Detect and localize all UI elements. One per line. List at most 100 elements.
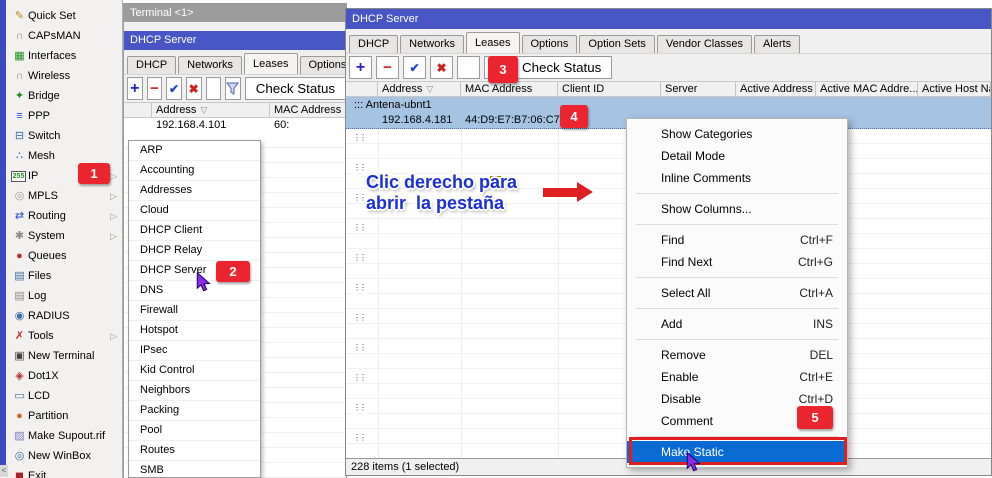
menu-item-label: Show Columns...: [661, 198, 752, 220]
lease-comment-row[interactable]: ::: Antena-ubnt1: [346, 97, 991, 113]
filter-button[interactable]: [225, 77, 241, 100]
tab-dhcp[interactable]: DHCP: [349, 35, 398, 53]
column-header-mac-address[interactable]: MAC Address: [270, 103, 346, 117]
ppp-icon: ≡: [11, 109, 28, 123]
bg-tab-dhcp[interactable]: DHCP: [127, 56, 176, 74]
sidebar-item-radius[interactable]: ◉RADIUS: [6, 306, 122, 326]
column-header-selector[interactable]: [346, 82, 378, 96]
menu-item-show-categories[interactable]: Show Categories: [627, 123, 847, 145]
sidebar-item-new-winbox[interactable]: ◎New WinBox: [6, 446, 122, 466]
sidebar-item-quick-set[interactable]: ✎Quick Set: [6, 6, 122, 26]
submenu-item-smb[interactable]: SMB: [129, 461, 260, 478]
sidebar-item-capsman[interactable]: ∩CAPsMAN: [6, 26, 122, 46]
check-status-button[interactable]: Check Status: [511, 56, 612, 79]
sidebar-item-partition[interactable]: ●Partition: [6, 406, 122, 426]
submenu-item-firewall[interactable]: Firewall: [129, 301, 260, 321]
sidebar-item-make-supout-rif[interactable]: ▨Make Supout.rif: [6, 426, 122, 446]
cursor-icon: [686, 452, 701, 472]
menu-item-find-next[interactable]: Find NextCtrl+G: [627, 251, 847, 273]
sidebar-item-new-terminal[interactable]: ▣New Terminal: [6, 346, 122, 366]
column-header-address[interactable]: Address▽: [378, 82, 461, 96]
bg-tab-leases[interactable]: Leases: [244, 53, 297, 74]
submenu-item-kid-control[interactable]: Kid Control: [129, 361, 260, 381]
menu-item-select-all[interactable]: Select AllCtrl+A: [627, 282, 847, 304]
menu-item-label: Disable: [661, 388, 701, 410]
check-status-button[interactable]: Check Status: [245, 77, 346, 100]
sidebar-item-mpls[interactable]: ◎MPLS▷: [6, 186, 122, 206]
sidebar: ✎Quick Set∩CAPsMAN▦Interfaces∩Wireless✦B…: [6, 0, 123, 478]
sidebar-item-queues[interactable]: ●Queues: [6, 246, 122, 266]
tab-networks[interactable]: Networks: [400, 35, 464, 53]
tab-options[interactable]: Options: [522, 35, 578, 53]
submenu-item-cloud[interactable]: Cloud: [129, 201, 260, 221]
tab-leases[interactable]: Leases: [466, 32, 519, 53]
column-header-mac-address[interactable]: MAC Address: [461, 82, 558, 96]
bg-toolbar: +−✔✖ Check Status: [124, 74, 346, 102]
sidebar-item-lcd[interactable]: ▭LCD: [6, 386, 122, 406]
submenu-item-arp[interactable]: ARP: [129, 141, 260, 161]
submenu-item-addresses[interactable]: Addresses: [129, 181, 260, 201]
tab-option-sets[interactable]: Option Sets: [579, 35, 654, 53]
menu-item-detail-mode[interactable]: Detail Mode: [627, 145, 847, 167]
add-button[interactable]: +: [349, 56, 372, 79]
column-header-selector[interactable]: [124, 103, 152, 117]
sidebar-item-routing[interactable]: ⇄Routing▷: [6, 206, 122, 226]
submenu-item-ipsec[interactable]: IPsec: [129, 341, 260, 361]
menu-item-remove[interactable]: RemoveDEL: [627, 344, 847, 366]
submenu-item-hotspot[interactable]: Hotspot: [129, 321, 260, 341]
disable-button[interactable]: ✖: [430, 56, 453, 79]
column-header-active-host-na[interactable]: Active Host Na: [918, 82, 991, 96]
sidebar-item-tools[interactable]: ✗Tools▷: [6, 326, 122, 346]
tab-alerts[interactable]: Alerts: [754, 35, 800, 53]
comment-marker: ⋮⋮: [353, 163, 365, 172]
sidebar-item-system[interactable]: ✱System▷: [6, 226, 122, 246]
menu-item-inline-comments[interactable]: Inline Comments: [627, 167, 847, 189]
comment-button[interactable]: [206, 77, 222, 100]
new-winbox-icon: ◎: [11, 449, 28, 463]
column-header-server[interactable]: Server: [661, 82, 736, 96]
disable-button[interactable]: ✖: [186, 77, 202, 100]
sidebar-item-exit[interactable]: ◼Exit: [6, 466, 122, 478]
menu-item-add[interactable]: AddINS: [627, 313, 847, 335]
submenu-item-dhcp-client[interactable]: DHCP Client: [129, 221, 260, 241]
terminal-titlebar[interactable]: Terminal <1>: [124, 4, 346, 22]
column-header-client-id[interactable]: Client ID: [558, 82, 661, 96]
menu-item-find[interactable]: FindCtrl+F: [627, 229, 847, 251]
enable-button[interactable]: ✔: [166, 77, 182, 100]
menu-item-enable[interactable]: EnableCtrl+E: [627, 366, 847, 388]
bg-dhcp-titlebar[interactable]: DHCP Server: [124, 31, 346, 50]
column-header-active-address[interactable]: Active Address: [736, 82, 816, 96]
dhcp-titlebar[interactable]: DHCP Server: [346, 9, 991, 29]
sidebar-item-files[interactable]: ▤Files: [6, 266, 122, 286]
submenu-item-accounting[interactable]: Accounting: [129, 161, 260, 181]
column-label: Active Host Na: [922, 82, 991, 96]
sidebar-item-switch[interactable]: ⊟Switch: [6, 126, 122, 146]
column-header-address[interactable]: Address▽: [152, 103, 270, 117]
sidebar-item-interfaces[interactable]: ▦Interfaces: [6, 46, 122, 66]
sidebar-item-label: IP: [28, 170, 38, 182]
submenu-item-packing[interactable]: Packing: [129, 401, 260, 421]
bg-tab-networks[interactable]: Networks: [178, 56, 242, 74]
sidebar-item-wireless[interactable]: ∩Wireless: [6, 66, 122, 86]
sidebar-item-ppp[interactable]: ≡PPP: [6, 106, 122, 126]
column-header-active-mac-addre[interactable]: Active MAC Addre...: [816, 82, 918, 96]
comment-button[interactable]: [457, 56, 480, 79]
submenu-item-routes[interactable]: Routes: [129, 441, 260, 461]
bg-lease-row[interactable]: 192.168.4.101 60:: [124, 118, 346, 133]
add-button[interactable]: +: [127, 77, 143, 100]
scroll-left-button[interactable]: <: [0, 465, 8, 477]
sidebar-item-bridge[interactable]: ✦Bridge: [6, 86, 122, 106]
remove-button[interactable]: −: [147, 77, 163, 100]
submenu-item-dns[interactable]: DNS: [129, 281, 260, 301]
submenu-item-dhcp-relay[interactable]: DHCP Relay: [129, 241, 260, 261]
remove-button[interactable]: −: [376, 56, 399, 79]
enable-button[interactable]: ✔: [403, 56, 426, 79]
submenu-item-neighbors[interactable]: Neighbors: [129, 381, 260, 401]
sidebar-item-dot1x[interactable]: ◈Dot1X: [6, 366, 122, 386]
sidebar-item-log[interactable]: ▤Log: [6, 286, 122, 306]
mpls-icon: ◎: [11, 189, 28, 203]
submenu-item-pool[interactable]: Pool: [129, 421, 260, 441]
comment-marker: ⋮⋮: [353, 403, 365, 412]
tab-vendor-classes[interactable]: Vendor Classes: [657, 35, 752, 53]
menu-item-show-columns[interactable]: Show Columns...: [627, 198, 847, 220]
